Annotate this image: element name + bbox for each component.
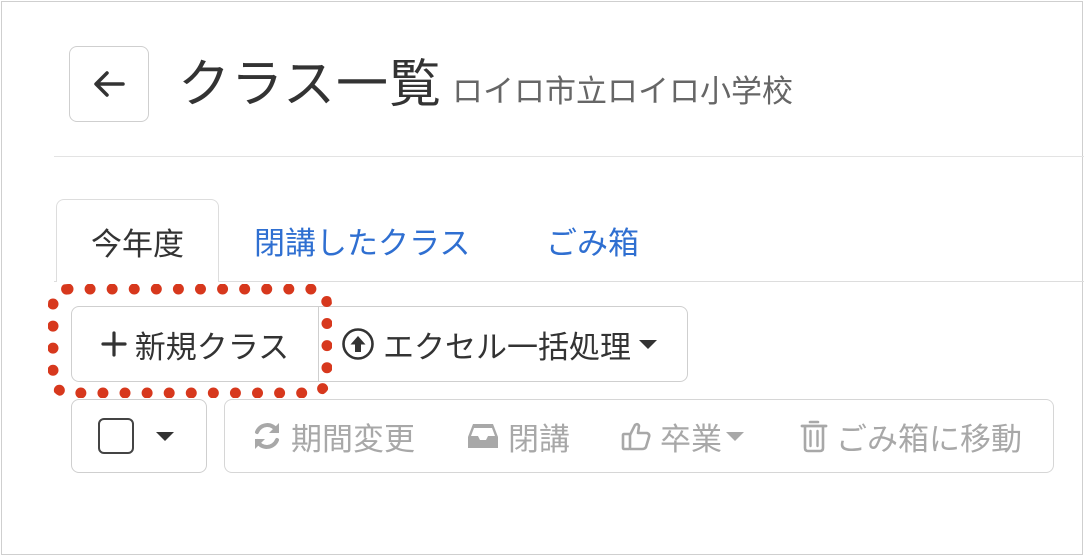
caret-down-icon — [156, 431, 174, 441]
caret-down-icon — [639, 339, 657, 349]
inbox-icon — [466, 421, 500, 451]
select-all-checkbox[interactable] — [98, 418, 134, 454]
new-class-button[interactable]: 新規クラス — [71, 306, 319, 382]
close-course-label: 閉講 — [508, 421, 570, 458]
thumbs-up-icon — [620, 420, 652, 452]
graduate-dropdown[interactable]: 卒業 — [596, 399, 777, 473]
tab-label: 今年度 — [91, 226, 184, 263]
tab-current-year[interactable]: 今年度 — [56, 199, 219, 282]
excel-bulk-label: エクセル一括処理 — [383, 329, 631, 366]
select-all-dropdown[interactable] — [71, 399, 207, 473]
change-period-label: 期間変更 — [291, 421, 415, 458]
trash-icon — [800, 419, 828, 453]
new-class-label: 新規クラス — [134, 329, 290, 366]
graduate-label: 卒業 — [660, 421, 722, 458]
tab-trash[interactable]: ごみ箱 — [546, 199, 639, 282]
plus-icon — [101, 331, 127, 357]
tab-label: 閉講したクラス — [254, 226, 471, 262]
school-name: ロイロ市立ロイロ小学校 — [452, 74, 793, 110]
caret-down-icon — [726, 431, 744, 441]
move-to-trash-button[interactable]: ごみ箱に移動 — [776, 399, 1054, 473]
excel-bulk-button[interactable]: エクセル一括処理 — [318, 306, 688, 382]
back-button[interactable] — [69, 46, 149, 122]
close-course-button[interactable]: 閉講 — [442, 399, 597, 473]
tab-closed-classes[interactable]: 閉講したクラス — [254, 199, 470, 282]
move-to-trash-label: ごみ箱に移動 — [836, 421, 1022, 458]
upload-circle-icon — [341, 327, 375, 361]
page-title: クラス一覧 — [178, 55, 442, 115]
refresh-icon — [251, 420, 283, 452]
tab-label: ごみ箱 — [546, 226, 639, 262]
change-period-button[interactable]: 期間変更 — [224, 399, 443, 473]
arrow-left-icon — [92, 70, 126, 98]
header-divider — [54, 156, 1084, 157]
